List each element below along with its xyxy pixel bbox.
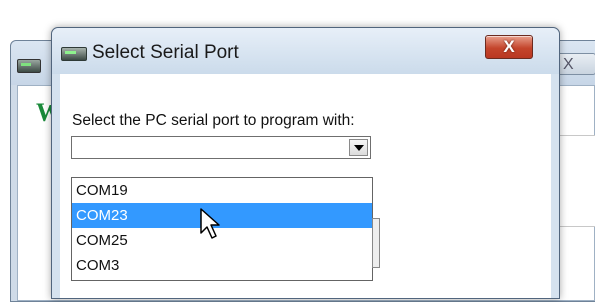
dialog-titlebar[interactable]: Select Serial Port X	[52, 28, 559, 74]
dialog-client-area: Select the PC serial port to program wit…	[60, 74, 551, 298]
port-select[interactable]	[71, 136, 371, 159]
dropdown-arrow-icon[interactable]	[349, 139, 368, 156]
port-option[interactable]: COM3	[72, 253, 372, 278]
background-close-icon[interactable]: X	[556, 53, 595, 75]
port-prompt-label: Select the PC serial port to program wit…	[72, 112, 355, 129]
serial-port-icon	[17, 59, 41, 73]
select-serial-port-dialog: Select Serial Port X Select the PC seria…	[51, 27, 560, 299]
serial-port-icon	[61, 47, 87, 61]
dialog-title: Select Serial Port	[92, 42, 239, 63]
port-option[interactable]: COM19	[72, 178, 372, 203]
close-icon: X	[503, 37, 515, 56]
background-scrollbar[interactable]	[372, 218, 380, 268]
mouse-cursor-icon	[200, 208, 220, 239]
close-button[interactable]: X	[485, 35, 533, 59]
